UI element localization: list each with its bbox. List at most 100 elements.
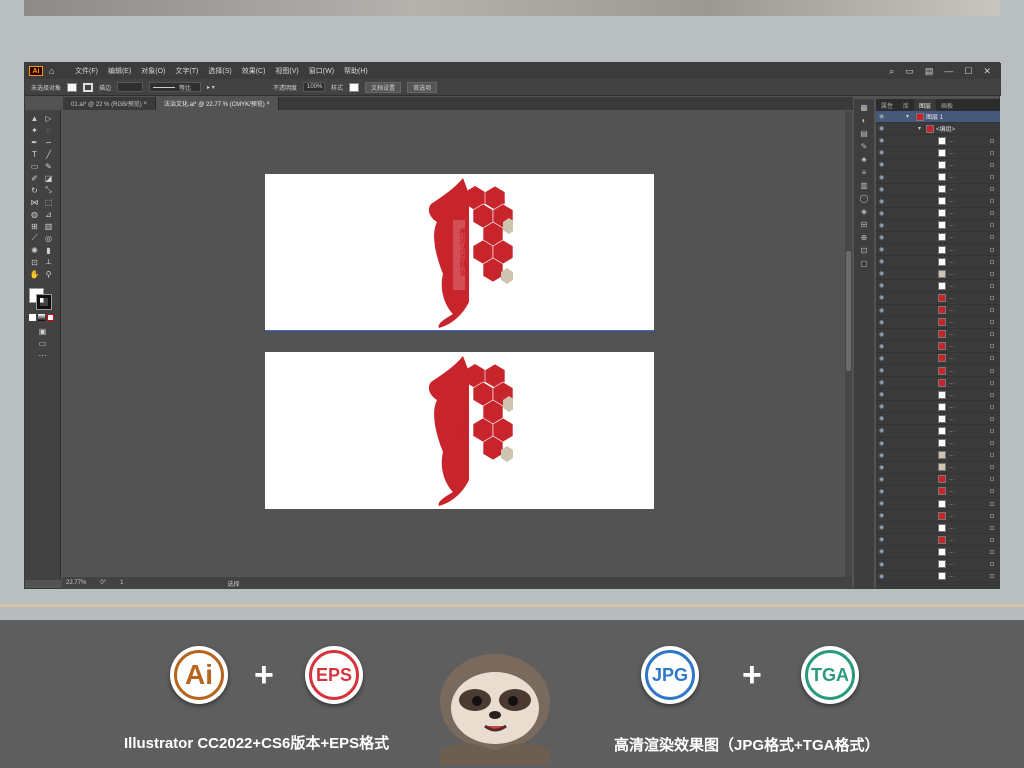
layer-row[interactable]: ◉... xyxy=(876,184,1000,196)
layer-row[interactable]: ◉... xyxy=(876,329,1000,341)
screen-mode-icon[interactable]: ▭ xyxy=(37,338,48,348)
symbols-icon[interactable]: ♣ xyxy=(859,156,869,164)
transform-icon[interactable]: ⊡ xyxy=(859,247,869,255)
layer-name[interactable]: ... xyxy=(949,476,954,482)
layer-row[interactable]: ◉... xyxy=(876,425,1000,438)
target-icon[interactable] xyxy=(990,199,994,204)
target-icon[interactable] xyxy=(990,453,994,458)
artboard-1[interactable]: 推进法治建设 xyxy=(265,174,654,331)
chevron-down-icon[interactable]: ▾ xyxy=(906,113,909,120)
layer-row[interactable]: ◉... xyxy=(876,196,1000,208)
eye-icon[interactable]: ◉ xyxy=(879,476,889,483)
group-name[interactable]: <编组> xyxy=(936,124,955,133)
layer-name[interactable]: ... xyxy=(949,319,954,325)
layer-name[interactable]: ... xyxy=(949,513,954,519)
document-setup-button[interactable]: 文档设置 xyxy=(365,81,402,93)
none-mode-icon[interactable] xyxy=(47,314,54,321)
stroke-color-box[interactable] xyxy=(36,294,52,310)
menu-help[interactable]: 帮助(H) xyxy=(344,66,368,76)
eye-icon[interactable]: ◉ xyxy=(879,319,889,326)
layer-row[interactable]: ◉... xyxy=(876,171,1000,184)
brushes-icon[interactable]: ✎ xyxy=(859,143,869,151)
layer-row[interactable]: ◉... xyxy=(876,341,1000,353)
lasso-icon[interactable]: ◌ xyxy=(43,125,54,135)
eye-icon[interactable]: ◉ xyxy=(879,282,889,289)
layer-name[interactable]: ... xyxy=(949,234,954,240)
close-icon[interactable]: × xyxy=(266,101,270,107)
maximize-icon[interactable]: ☐ xyxy=(964,66,972,77)
eye-icon[interactable]: ◉ xyxy=(879,427,889,434)
layer-row[interactable]: ◉... xyxy=(876,546,1000,559)
comment-icon[interactable]: ▢ xyxy=(859,260,869,268)
eye-icon[interactable]: ◉ xyxy=(879,391,889,398)
scale-icon[interactable]: ⤡ xyxy=(43,185,54,195)
layer-row[interactable]: ◉... xyxy=(876,280,1000,293)
eye-icon[interactable]: ◉ xyxy=(879,488,889,495)
tab-doc-1[interactable]: 01.ai* @ 22 % (RGB/预览) × xyxy=(63,97,156,110)
layer-name[interactable]: ... xyxy=(949,247,954,253)
rotation-value[interactable]: 0° xyxy=(100,580,106,586)
symbol-sprayer-icon[interactable]: ✺ xyxy=(29,245,40,255)
stroke-profile-select[interactable]: 等比 xyxy=(149,82,202,92)
workspace-icon[interactable]: ▤ xyxy=(925,66,934,77)
search-icon[interactable]: ⌕ xyxy=(889,66,894,77)
eye-icon[interactable]: ◉ xyxy=(879,270,889,277)
layer-name[interactable]: ... xyxy=(949,331,954,337)
layer-name[interactable]: ... xyxy=(949,162,954,168)
layer-row-top[interactable]: ◉ ▾ 图层 1 xyxy=(876,111,1000,124)
target-icon[interactable] xyxy=(990,380,994,385)
style-swatch[interactable] xyxy=(349,82,360,92)
target-icon[interactable] xyxy=(990,489,994,494)
target-icon[interactable] xyxy=(990,138,994,143)
eye-icon[interactable]: ◉ xyxy=(879,113,889,120)
free-transform-icon[interactable]: ⬚ xyxy=(43,197,54,207)
target-icon[interactable] xyxy=(990,501,994,506)
target-icon[interactable] xyxy=(990,344,994,349)
layer-row[interactable]: ◉... xyxy=(876,244,1000,257)
tab-artboards[interactable]: 画板 xyxy=(936,99,958,111)
gradient-icon[interactable]: ▥ xyxy=(859,182,869,190)
target-icon[interactable] xyxy=(990,368,994,373)
layer-row[interactable]: ◉... xyxy=(876,292,1000,305)
close-icon[interactable]: × xyxy=(143,101,147,107)
layer-name[interactable]: ... xyxy=(949,295,954,301)
transparency-icon[interactable]: ◯ xyxy=(859,195,869,203)
target-icon[interactable] xyxy=(990,295,994,300)
mesh-icon[interactable]: ⊞ xyxy=(29,221,40,231)
eraser-icon[interactable]: ◪ xyxy=(43,173,54,183)
layer-name[interactable]: ... xyxy=(949,210,954,216)
eye-icon[interactable]: ◉ xyxy=(879,174,889,181)
pen-tool-icon[interactable]: ✒ xyxy=(29,137,40,147)
layer-name[interactable]: ... xyxy=(949,537,954,543)
eye-icon[interactable]: ◉ xyxy=(879,294,889,301)
layer-name[interactable]: ... xyxy=(949,222,954,228)
target-icon[interactable] xyxy=(990,428,994,433)
eye-icon[interactable]: ◉ xyxy=(879,536,889,543)
swatches-icon[interactable]: ▤ xyxy=(859,130,869,138)
target-icon[interactable] xyxy=(990,574,994,579)
preferences-button[interactable]: 首选项 xyxy=(407,81,438,93)
layer-name[interactable]: 图层 1 xyxy=(926,112,943,121)
eye-icon[interactable]: ◉ xyxy=(879,367,889,374)
target-icon[interactable] xyxy=(990,537,994,542)
eye-icon[interactable]: ◉ xyxy=(879,222,889,229)
layer-name[interactable]: ... xyxy=(949,452,954,458)
artboard-number[interactable]: 1 xyxy=(120,580,123,586)
eyedropper-icon[interactable]: ⟋ xyxy=(29,233,40,243)
target-icon[interactable] xyxy=(990,259,994,264)
close-icon[interactable]: ✕ xyxy=(983,66,991,77)
eye-icon[interactable]: ◉ xyxy=(879,355,889,362)
layer-name[interactable]: ... xyxy=(949,138,954,144)
layer-name[interactable]: ... xyxy=(949,573,954,579)
pathfinder-icon[interactable]: ⊕ xyxy=(859,234,869,242)
menu-effect[interactable]: 效果(C) xyxy=(242,66,266,76)
target-icon[interactable] xyxy=(990,308,994,313)
layer-row[interactable]: ◉... xyxy=(876,317,1000,329)
layer-row[interactable]: ◉... xyxy=(876,534,1000,547)
target-icon[interactable] xyxy=(990,356,994,361)
slice-tool-icon[interactable]: ⟂ xyxy=(43,257,54,267)
eye-icon[interactable]: ◉ xyxy=(879,210,889,217)
target-icon[interactable] xyxy=(990,549,994,554)
layer-row[interactable]: ◉... xyxy=(876,498,1000,511)
scrollbar-thumb[interactable] xyxy=(846,251,851,371)
